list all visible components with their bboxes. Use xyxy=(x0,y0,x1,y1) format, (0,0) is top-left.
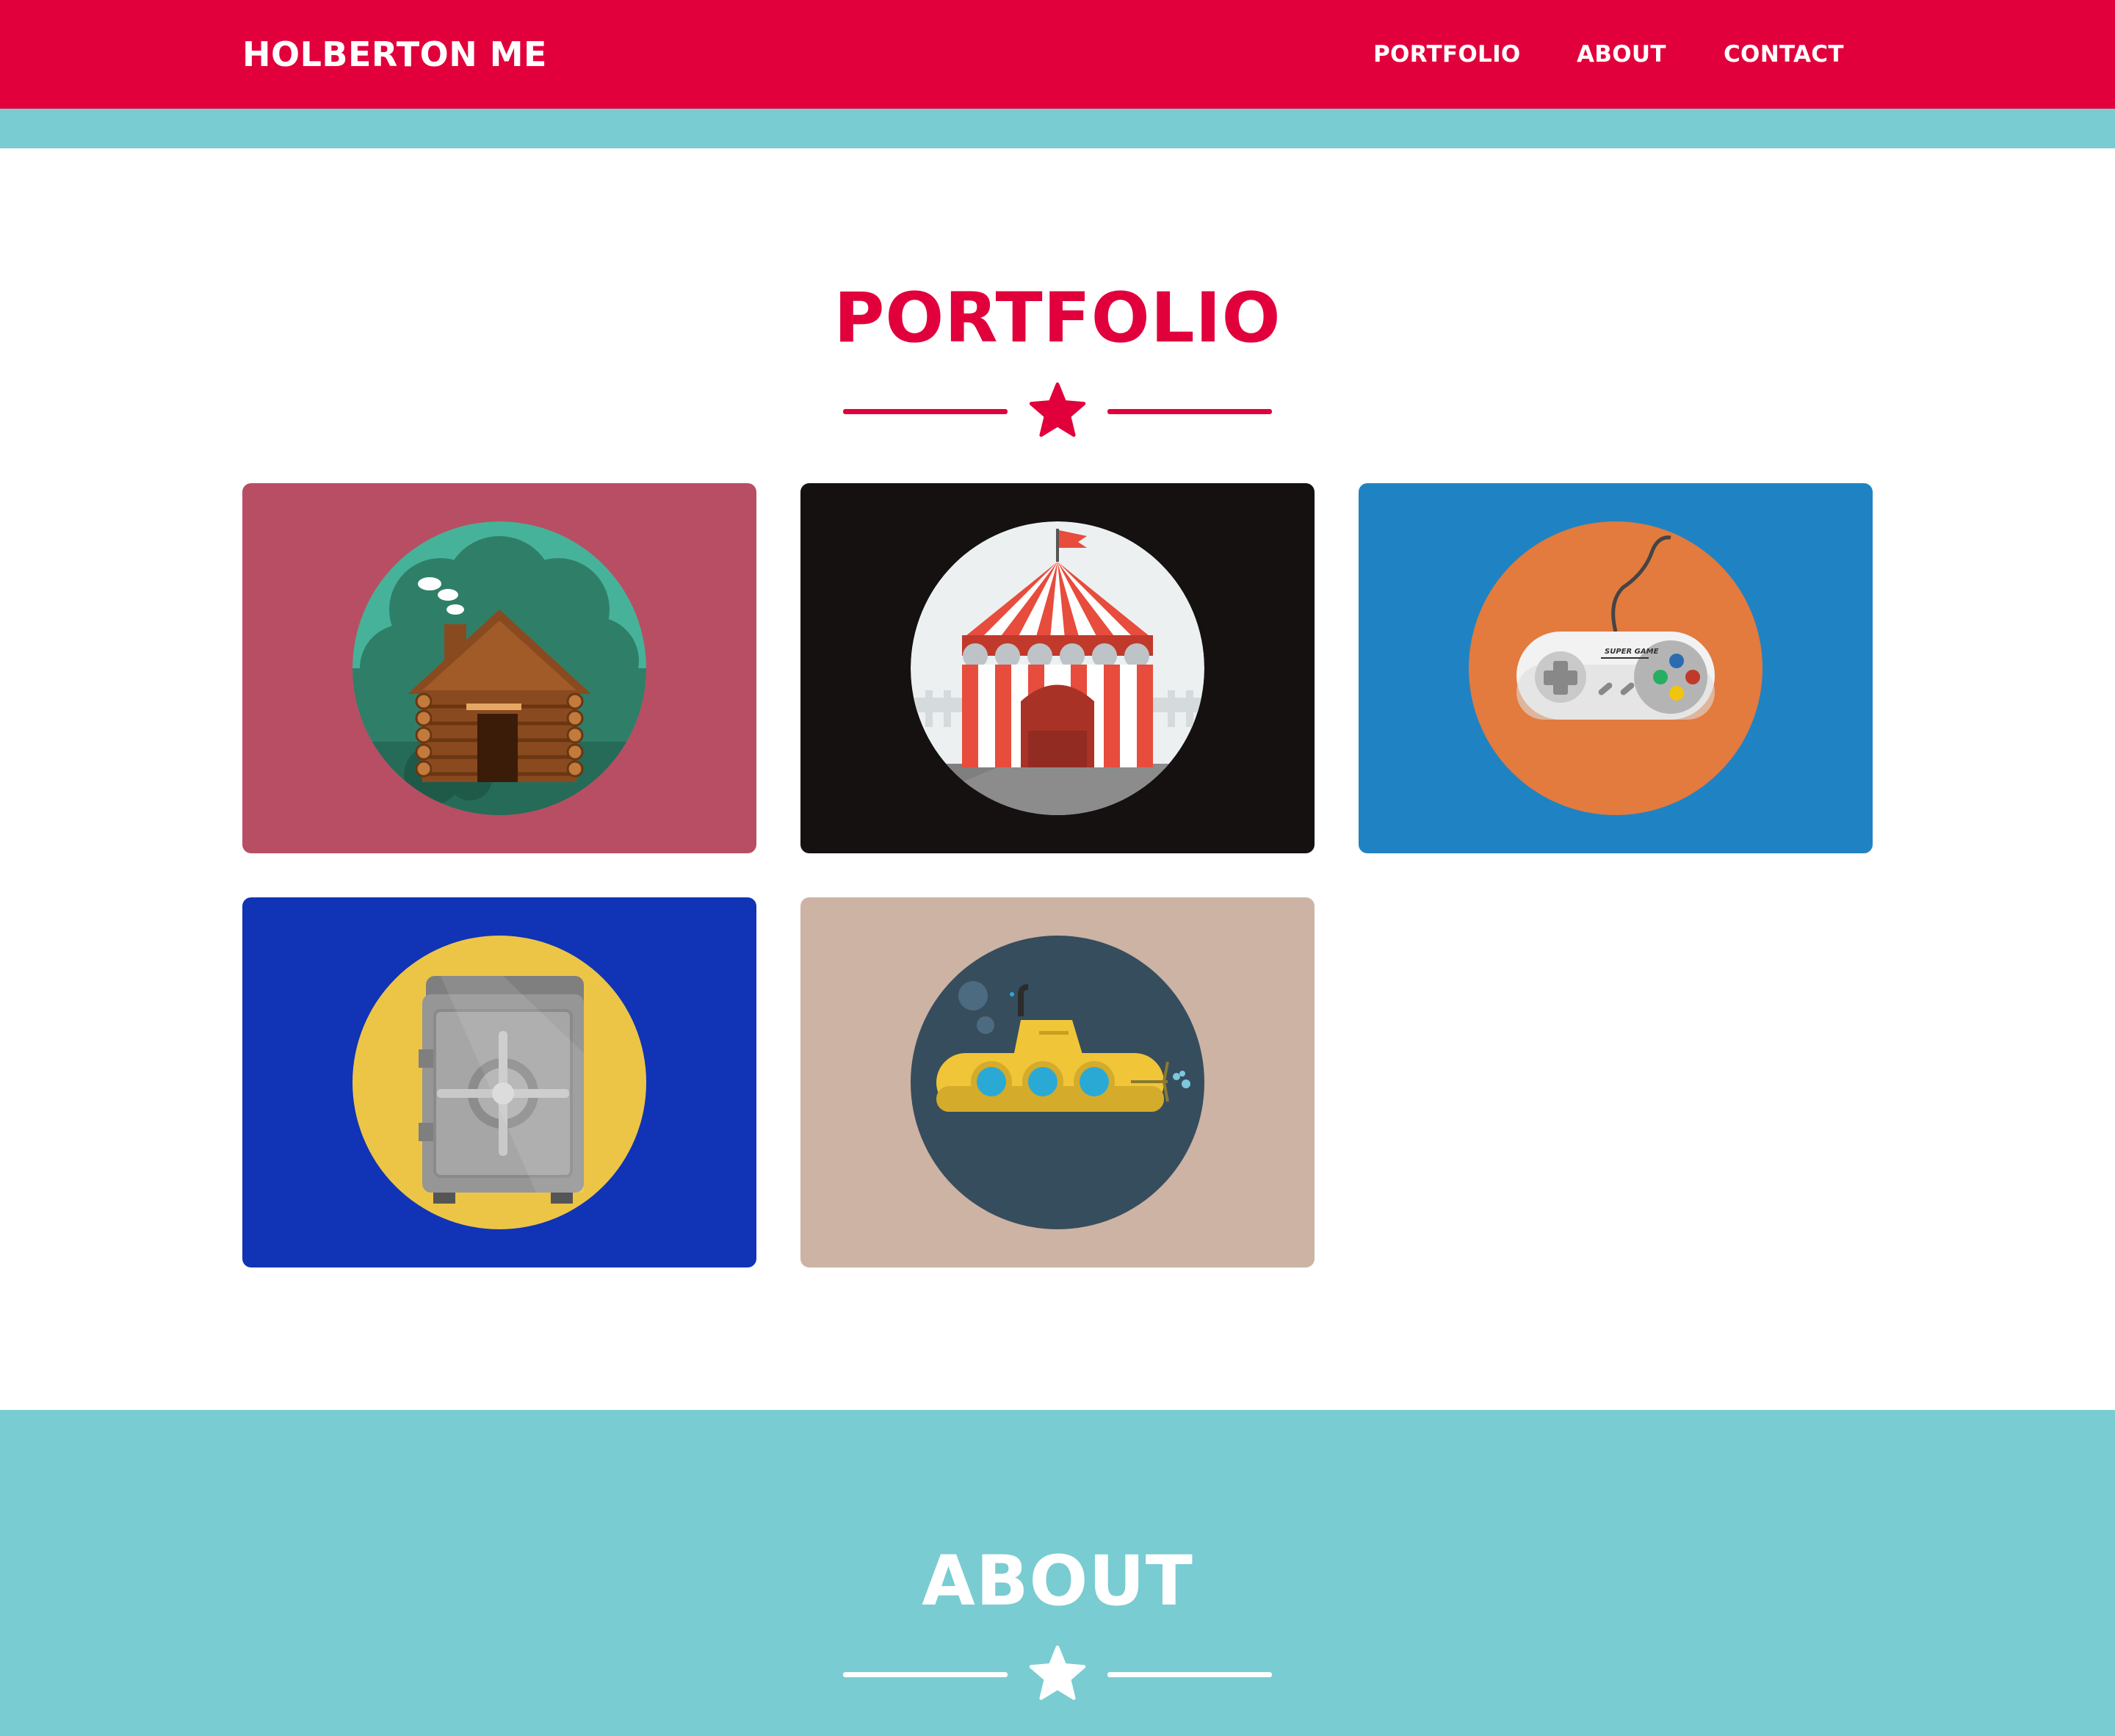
nav-link-about[interactable]: ABOUT xyxy=(1577,38,1666,70)
about-divider xyxy=(843,1645,1272,1704)
nav-link-contact[interactable]: CONTACT xyxy=(1724,38,1844,70)
portfolio-card-safe[interactable] xyxy=(242,897,756,1267)
star-icon xyxy=(1029,382,1086,437)
submarine-icon xyxy=(911,936,1204,1229)
about-title: ABOUT xyxy=(922,1541,1193,1621)
portfolio-card-cabin[interactable] xyxy=(242,483,756,853)
navbar: HOLBERTON ME PORTFOLIO ABOUT CONTACT xyxy=(0,0,2115,109)
divider-line-right xyxy=(1107,1672,1272,1677)
portfolio-card-submarine[interactable] xyxy=(800,897,1315,1267)
circus-tent-icon xyxy=(911,521,1204,815)
portfolio-title: PORTFOLIO xyxy=(834,278,1281,358)
divider-line-right xyxy=(1107,409,1272,414)
gamepad-label: SUPER GAME xyxy=(1605,648,1659,656)
gamepad-icon: SUPER GAME xyxy=(1469,521,1762,815)
safe-icon xyxy=(352,936,646,1229)
divider-line-left xyxy=(843,1672,1008,1677)
portfolio-card-gamepad[interactable]: SUPER GAME xyxy=(1359,483,1873,853)
divider-line-left xyxy=(843,409,1008,414)
portfolio-card-circus[interactable] xyxy=(800,483,1315,853)
star-icon xyxy=(1029,1645,1086,1700)
nav-link-portfolio[interactable]: PORTFOLIO xyxy=(1373,38,1521,70)
portfolio-divider xyxy=(843,382,1272,441)
header-accent-strip xyxy=(0,109,2115,148)
brand-logo[interactable]: HOLBERTON ME xyxy=(242,32,547,76)
cabin-icon xyxy=(352,521,646,815)
